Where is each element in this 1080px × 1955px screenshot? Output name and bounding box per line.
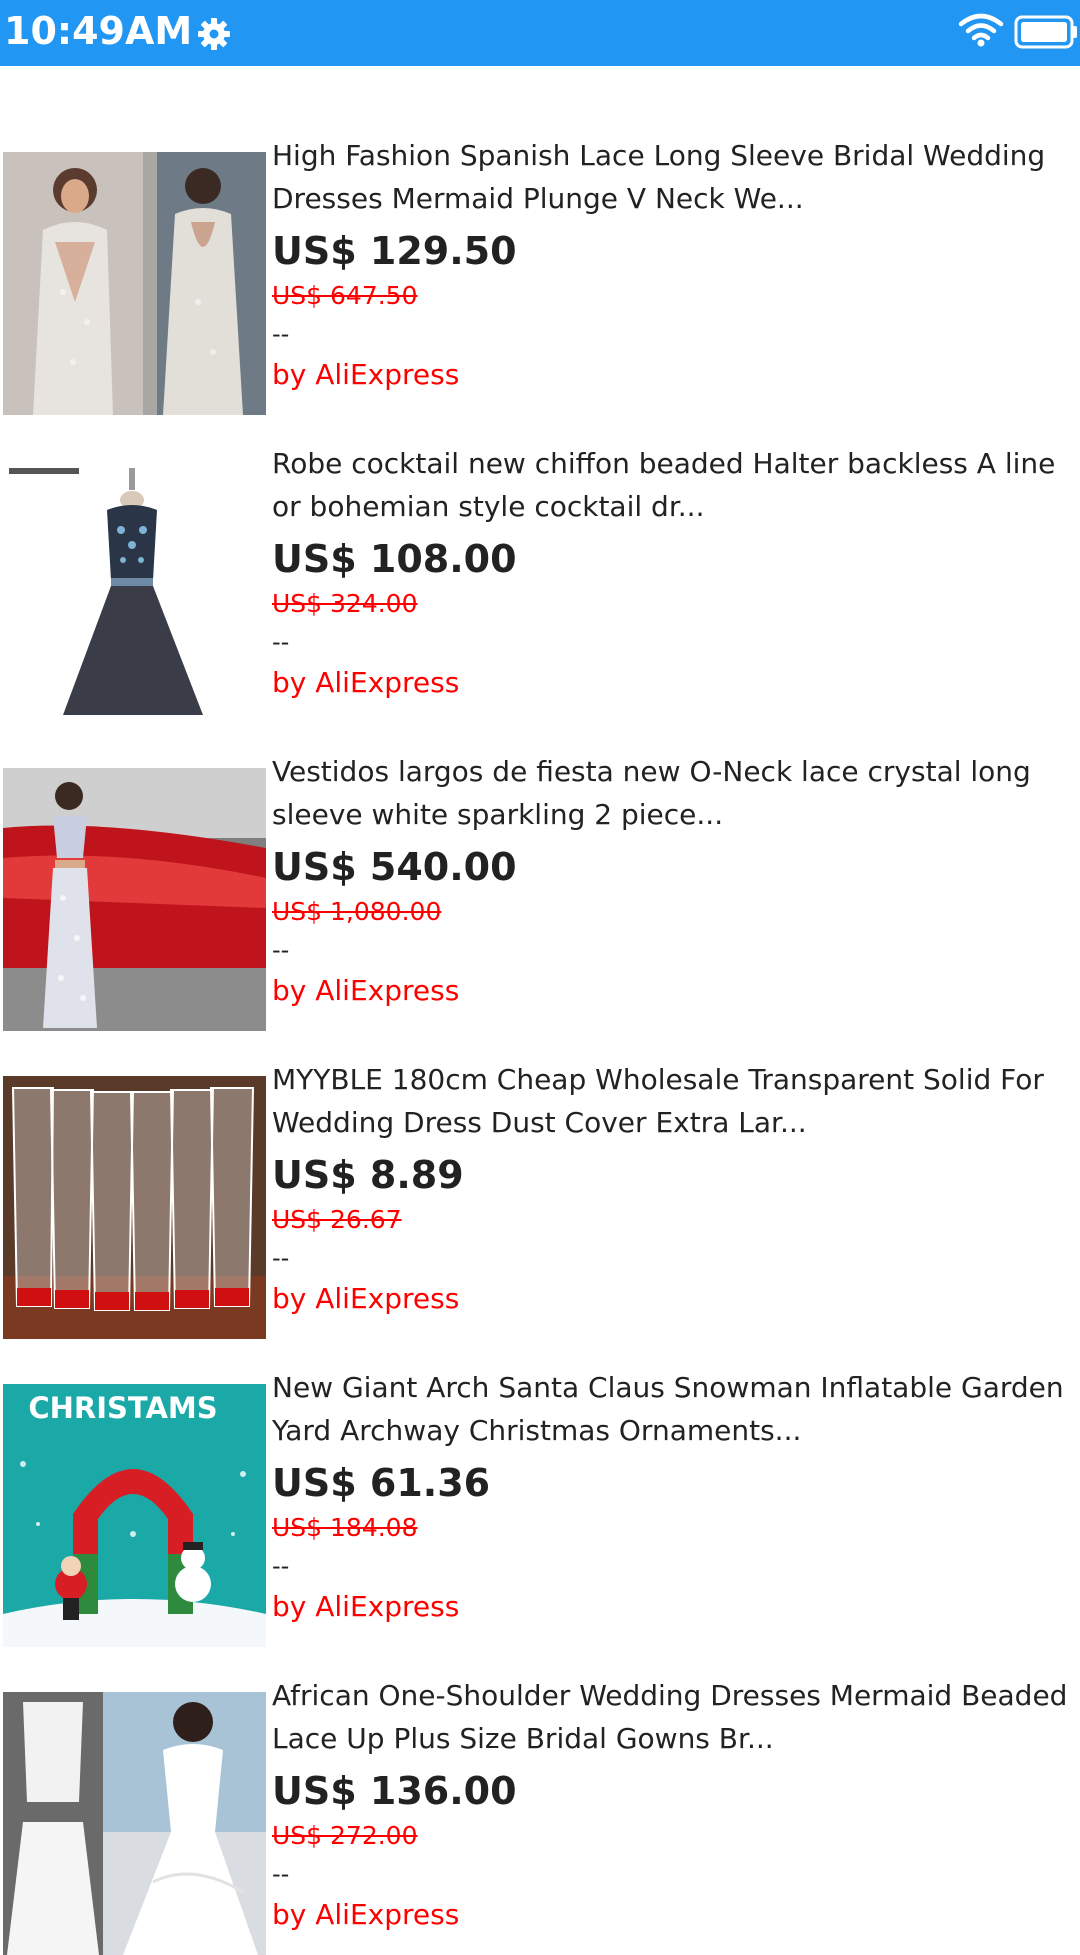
product-price: US$ 61.36: [272, 1461, 491, 1505]
product-price: US$ 108.00: [272, 537, 517, 581]
product-title[interactable]: African One-Shoulder Wedding Dresses Mer…: [272, 1674, 1076, 1760]
product-item[interactable]: High Fashion Spanish Lace Long Sleeve Br…: [0, 66, 1080, 415]
product-original-price: US$ 324.00: [272, 589, 418, 618]
product-title[interactable]: Vestidos largos de fiesta new O-Neck lac…: [272, 750, 1076, 836]
christmas-banner-text: CHRISTAMS: [28, 1391, 217, 1425]
product-title[interactable]: Robe cocktail new chiffon beaded Halter …: [272, 442, 1076, 528]
product-price: US$ 8.89: [272, 1153, 464, 1197]
product-seller: by AliExpress: [272, 1898, 460, 1931]
product-title[interactable]: MYYBLE 180cm Cheap Wholesale Transparent…: [272, 1058, 1076, 1144]
product-title[interactable]: High Fashion Spanish Lace Long Sleeve Br…: [272, 134, 1076, 220]
product-rating: --: [272, 1552, 290, 1580]
product-original-price: US$ 647.50: [272, 281, 418, 310]
gear-icon: [198, 18, 230, 50]
product-item[interactable]: MYYBLE 180cm Cheap Wholesale Transparent…: [0, 990, 1080, 1339]
product-original-price: US$ 1,080.00: [272, 897, 442, 926]
battery-icon: [1014, 15, 1077, 49]
product-item[interactable]: Robe cocktail new chiffon beaded Halter …: [0, 374, 1080, 723]
product-original-price: US$ 184.08: [272, 1513, 418, 1542]
product-title[interactable]: New Giant Arch Santa Claus Snowman Infla…: [272, 1366, 1076, 1452]
product-rating: --: [272, 1244, 290, 1272]
product-price: US$ 129.50: [272, 229, 517, 273]
status-time: 10:49AM: [4, 9, 193, 53]
product-original-price: US$ 272.00: [272, 1821, 418, 1850]
product-rating: --: [272, 936, 290, 964]
product-rating: --: [272, 1860, 290, 1888]
product-item[interactable]: Vestidos largos de fiesta new O-Neck lac…: [0, 682, 1080, 1031]
wifi-icon: [958, 13, 1004, 47]
product-list[interactable]: High Fashion Spanish Lace Long Sleeve Br…: [0, 66, 1080, 1955]
status-bar: 10:49AM: [0, 0, 1080, 66]
product-price: US$ 136.00: [272, 1769, 517, 1813]
product-item[interactable]: CHRISTAMS New Giant Arch Santa Claus Sno…: [0, 1298, 1080, 1647]
product-price: US$ 540.00: [272, 845, 517, 889]
product-item[interactable]: African One-Shoulder Wedding Dresses Mer…: [0, 1606, 1080, 1955]
product-image[interactable]: [3, 1692, 266, 1955]
product-rating: --: [272, 320, 290, 348]
product-rating: --: [272, 628, 290, 656]
product-original-price: US$ 26.67: [272, 1205, 402, 1234]
